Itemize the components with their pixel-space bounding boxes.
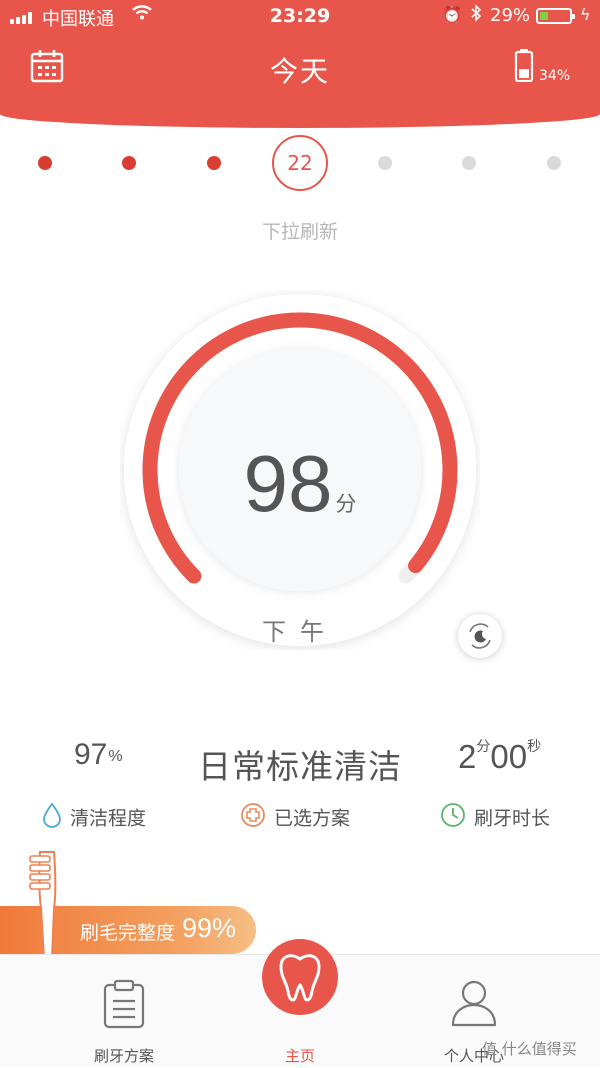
tab-label: 刷牙方案 [93, 1047, 154, 1065]
brush-head-percent: 99% [182, 913, 237, 943]
clock-icon [440, 802, 466, 836]
battery-icon [536, 8, 575, 24]
alarm-icon: ⏰ [442, 5, 462, 24]
person-icon [451, 980, 497, 1027]
status-bar: 中国联通 23:29 ⏰ 29% ϟ [0, 0, 600, 34]
day-dot-done[interactable] [38, 156, 52, 170]
header: 中国联通 23:29 ⏰ 29% ϟ 今天 34% [0, 0, 600, 128]
battery-fill [540, 12, 549, 20]
clean-label: 清洁程度 [42, 802, 146, 830]
score-display: 98 分 [0, 438, 600, 530]
moon-refresh-icon[interactable] [458, 614, 502, 658]
toothbrush-icon [29, 851, 57, 959]
battery-percent: 29% [490, 5, 531, 26]
selected-day[interactable]: 22 [272, 135, 328, 191]
day-dot-upcoming[interactable] [378, 156, 392, 170]
brush-head-label: 刷毛完整度 [80, 922, 176, 944]
day-dot-upcoming[interactable] [462, 156, 476, 170]
score-value: 98 [243, 439, 333, 528]
clipboard-icon [103, 979, 145, 1029]
pull-to-refresh-hint: 下拉刷新 [261, 221, 338, 243]
tab-brushing-plan[interactable]: 刷牙方案 [60, 955, 188, 1068]
toothbrush-battery-icon[interactable] [514, 48, 534, 83]
day-dot-upcoming[interactable] [547, 156, 561, 170]
day-dot-done[interactable] [207, 156, 221, 170]
time-period: 下午 [262, 618, 338, 646]
day-dot-done[interactable] [122, 156, 136, 170]
water-drop-icon [42, 802, 62, 836]
tab-label: 主页 [284, 1047, 315, 1065]
home-button[interactable] [262, 939, 338, 1015]
charging-icon: ϟ [580, 5, 591, 24]
tab-home[interactable]: 主页 [236, 939, 364, 1068]
watermark: 值 什么值得买 [482, 1040, 577, 1058]
plus-badge-icon [240, 802, 266, 836]
brush-duration: 2分00秒 [458, 738, 542, 775]
toothbrush-battery-percent: 34% [539, 68, 571, 84]
plan-label: 已选方案 [240, 802, 350, 830]
score-unit: 分 [335, 492, 357, 516]
duration-label: 刷牙时长 [440, 802, 550, 830]
bluetooth-icon [470, 4, 482, 27]
page-title: 今天 [269, 55, 330, 88]
tooth-icon [279, 954, 321, 1002]
